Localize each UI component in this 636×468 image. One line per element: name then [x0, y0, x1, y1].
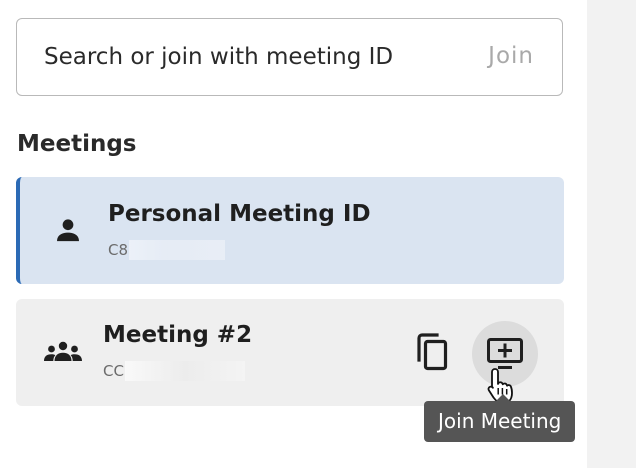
search-box: Join: [16, 18, 563, 96]
meeting-item-meeting-2[interactable]: Meeting #2 CC: [16, 299, 564, 406]
join-meeting-tooltip: Join Meeting: [424, 401, 576, 442]
meeting-id: C8: [108, 240, 226, 260]
copy-button[interactable]: [412, 331, 452, 373]
copy-icon: [415, 333, 449, 371]
meeting-id-prefix: C8: [108, 241, 129, 259]
meeting-id: CC: [103, 361, 245, 381]
person-icon: [54, 216, 82, 244]
meetings-heading: Meetings: [17, 131, 137, 157]
meeting-item-personal[interactable]: Personal Meeting ID C8: [16, 177, 564, 284]
meeting-title: Meeting #2: [103, 322, 253, 348]
meeting-id-redaction: [129, 240, 226, 260]
right-panel: [587, 0, 636, 468]
meeting-id-prefix: CC: [103, 362, 124, 380]
search-input[interactable]: [44, 39, 444, 75]
group-icon: [43, 340, 83, 364]
meeting-title: Personal Meeting ID: [108, 201, 371, 227]
meeting-id-redaction: [124, 361, 245, 381]
join-button[interactable]: Join: [488, 43, 534, 69]
